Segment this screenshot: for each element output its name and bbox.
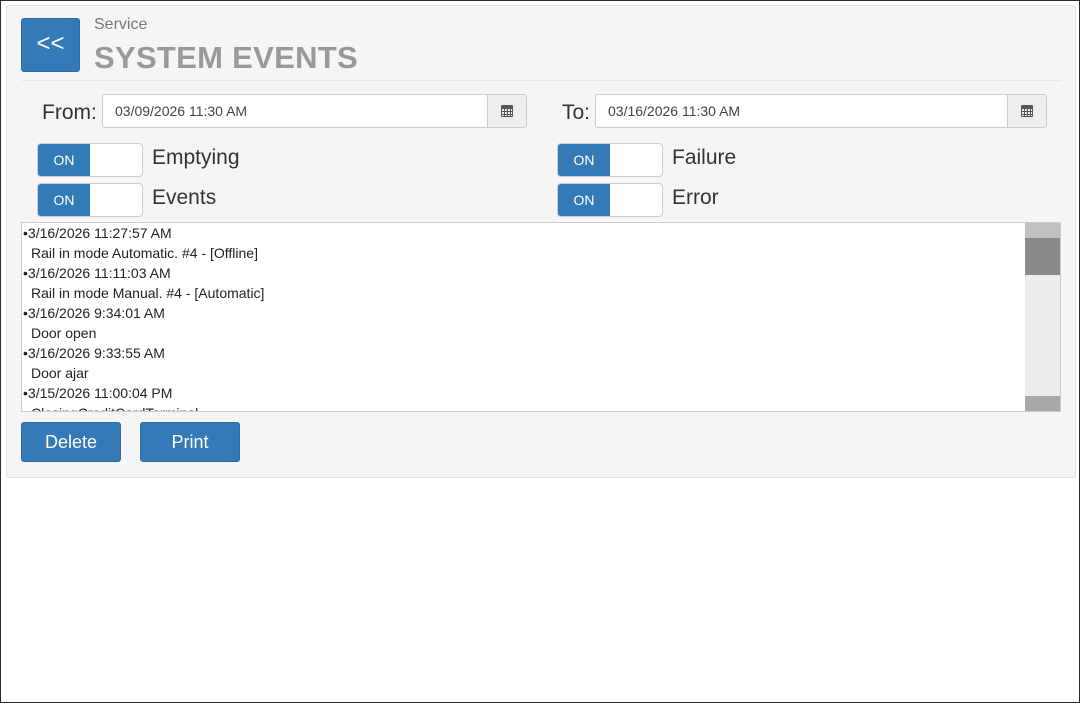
event-timestamp: •3/16/2026 9:33:55 AM [23, 345, 165, 361]
events-list[interactable]: •3/16/2026 11:27:57 AM Rail in mode Auto… [21, 222, 1061, 412]
list-item: •3/16/2026 11:11:03 AM Rail in mode Manu… [22, 263, 1060, 303]
to-date-picker: 03/16/2026 11:30 AM [595, 94, 1047, 128]
toggle-on-state: ON [38, 144, 90, 176]
from-date-picker: 03/09/2026 11:30 AM [102, 94, 527, 128]
scroll-down-arrow[interactable] [1025, 396, 1060, 411]
list-item: •3/16/2026 11:27:57 AM Rail in mode Auto… [22, 223, 1060, 263]
back-button[interactable]: << [21, 18, 80, 72]
events-toggle[interactable]: ON [37, 183, 143, 217]
failure-label: Failure [672, 146, 737, 169]
header-divider [21, 80, 1061, 81]
event-message: Door open [31, 325, 97, 341]
event-timestamp: •3/16/2026 11:11:03 AM [23, 265, 171, 281]
from-label: From: [42, 101, 97, 124]
page-title: SYSTEM EVENTS [94, 40, 359, 75]
emptying-label: Emptying [152, 146, 240, 169]
event-timestamp: •3/15/2026 11:00:04 PM [23, 385, 173, 401]
event-message: ClosingCreditCardTerminal [22, 403, 1060, 411]
toggle-on-state: ON [558, 144, 610, 176]
error-label: Error [672, 186, 719, 209]
toggle-on-state: ON [558, 184, 610, 216]
scroll-thumb[interactable] [1025, 238, 1060, 275]
list-item: •3/16/2026 9:34:01 AM Door open [22, 303, 1060, 343]
breadcrumb: Service [94, 16, 148, 33]
emptying-toggle[interactable]: ON [37, 143, 143, 177]
print-button[interactable]: Print [140, 422, 240, 462]
error-toggle[interactable]: ON [557, 183, 663, 217]
to-label: To: [562, 101, 591, 124]
event-timestamp: •3/16/2026 11:27:57 AM [23, 225, 172, 241]
to-calendar-button[interactable] [1007, 94, 1047, 128]
from-date-input[interactable]: 03/09/2026 11:30 AM [102, 94, 487, 128]
calendar-icon [1021, 105, 1033, 117]
system-events-panel: << Service SYSTEM EVENTS From: 03/09/202… [6, 5, 1076, 478]
event-message: Door ajar [31, 365, 89, 381]
events-scrollbar[interactable] [1025, 223, 1060, 411]
app-window: << Service SYSTEM EVENTS From: 03/09/202… [0, 0, 1080, 703]
to-date-input[interactable]: 03/16/2026 11:30 AM [595, 94, 1007, 128]
event-timestamp: •3/16/2026 9:34:01 AM [23, 305, 165, 321]
from-calendar-button[interactable] [487, 94, 527, 128]
failure-toggle[interactable]: ON [557, 143, 663, 177]
list-item: •3/15/2026 11:00:04 PM ClosingCreditCard… [22, 383, 1060, 411]
delete-button[interactable]: Delete [21, 422, 121, 462]
list-item: •3/16/2026 9:33:55 AM Door ajar [22, 343, 1060, 383]
event-message: Rail in mode Manual. #4 - [Automatic] [31, 285, 265, 301]
calendar-icon [501, 105, 513, 117]
scroll-up-arrow[interactable] [1025, 223, 1060, 238]
toggle-on-state: ON [38, 184, 90, 216]
events-label: Events [152, 186, 217, 209]
event-message: Rail in mode Automatic. #4 - [Offline] [31, 245, 258, 261]
